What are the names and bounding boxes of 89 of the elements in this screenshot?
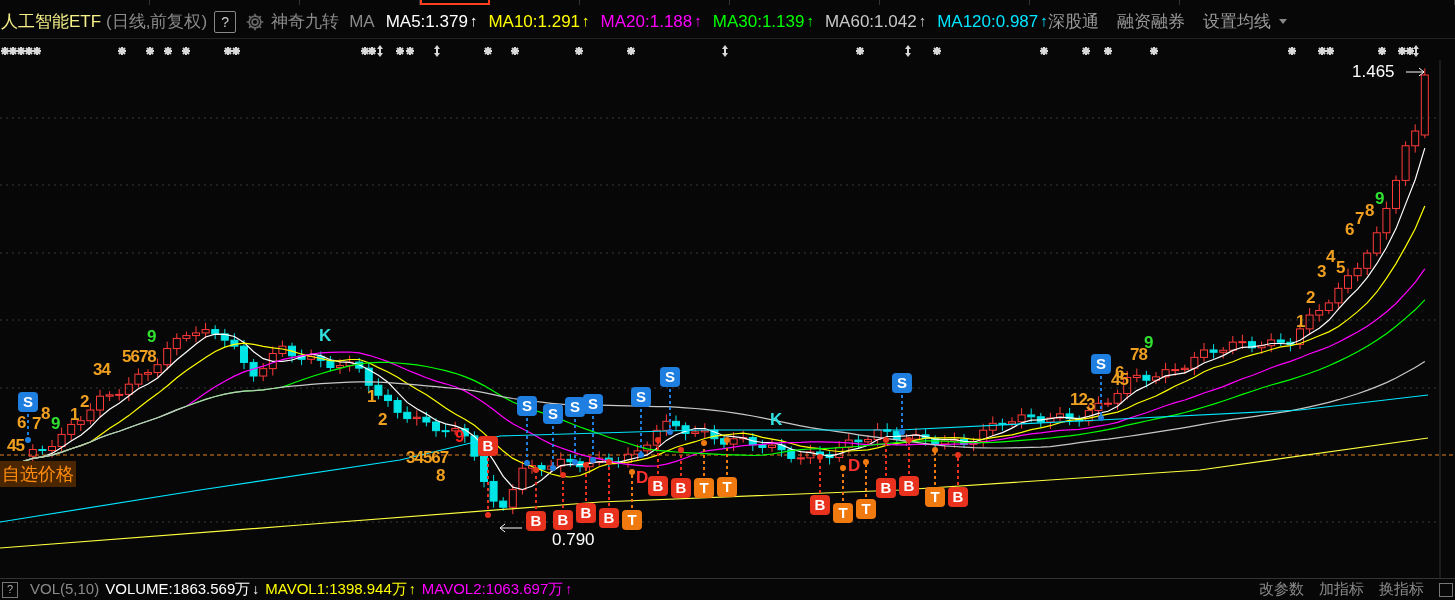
price-low-label: 0.790 <box>552 531 595 548</box>
trend-arrow: ↑ <box>469 11 478 32</box>
signal-mark: 34567 <box>406 448 449 468</box>
custom-price-label[interactable]: 自选价格 <box>0 461 76 487</box>
signal-mark: 4 <box>1326 247 1335 267</box>
price-high-label: 1.465 <box>1352 63 1395 80</box>
signal-badge: T <box>833 503 853 523</box>
signal-badge: S <box>18 392 38 412</box>
signal-mark: 3 <box>1317 262 1326 282</box>
signal-mark: 34 <box>93 360 110 380</box>
signal-mark: 1 <box>367 387 376 407</box>
signal-mark: 2 <box>378 410 387 430</box>
signal-badge: T <box>925 487 945 507</box>
signal-mark: 1 <box>70 405 79 425</box>
signal-badge: B <box>599 508 619 528</box>
trend-arrow: ↑ <box>694 11 702 32</box>
signal-mark: 8 <box>436 466 445 486</box>
indicator-label[interactable]: 神奇九转 <box>271 8 340 35</box>
signal-badge: B <box>876 478 896 498</box>
signal-badge: S <box>583 394 603 414</box>
signal-mark: 8 <box>1365 201 1374 221</box>
ma-value: MA10:1.291 <box>488 10 581 33</box>
signal-mark: 1 <box>1296 312 1305 332</box>
signal-mark: 8 <box>41 404 50 423</box>
signal-badge: T <box>856 499 876 519</box>
ma-value: MA5:1.379 <box>385 10 468 33</box>
signal-badge: B <box>576 503 596 523</box>
volume-value: VOLUME:1863.569万 <box>105 579 251 600</box>
header-link[interactable]: 设置均线 <box>1202 8 1271 35</box>
header-link[interactable]: 融资融券 <box>1116 8 1185 35</box>
signal-badge: B <box>671 478 691 498</box>
signal-badge: B <box>648 476 668 496</box>
signal-badge: B <box>526 511 546 531</box>
signal-mark: D <box>848 456 860 476</box>
signal-mark: 45 <box>7 436 24 456</box>
signal-mark: 2 <box>1306 288 1315 308</box>
signal-mark: 6 <box>1345 220 1354 240</box>
signal-mark: 7 <box>32 414 41 434</box>
volume-indicator-label[interactable]: VOL(5,10) <box>30 578 100 600</box>
signal-mark: 6 <box>17 413 26 433</box>
signal-mark: 9 <box>1375 189 1384 209</box>
signal-badge: S <box>1091 354 1111 374</box>
ma-label[interactable]: MA <box>349 8 375 35</box>
signal-mark: 2 <box>80 392 89 412</box>
signal-badge: S <box>660 367 680 387</box>
help-button[interactable]: ? <box>2 581 18 598</box>
trend-arrow: ↑ <box>565 580 573 599</box>
toolbar-button[interactable]: 加指标 <box>1319 578 1364 600</box>
ma-value: MA60:1.042 <box>824 10 917 33</box>
signal-badge: S <box>631 387 651 407</box>
signal-badge: B <box>810 495 830 515</box>
signal-badge: B <box>899 476 919 496</box>
signal-mark: 12 <box>1070 390 1087 409</box>
signal-badge: T <box>694 478 714 498</box>
header-link[interactable]: 深股通 <box>1047 8 1099 35</box>
trend-arrow: ↓ <box>252 580 260 599</box>
signal-badge: S <box>543 404 563 424</box>
signal-badge: B <box>478 436 498 456</box>
signal-badge: B <box>948 487 968 507</box>
ma-value: MA20:1.188 <box>600 10 693 33</box>
help-button[interactable]: ? <box>214 10 237 33</box>
signal-badge: S <box>565 397 585 417</box>
signal-mark: K <box>319 326 331 346</box>
signal-badge: T <box>622 510 642 530</box>
ma-value: MA120:0.987 <box>937 10 1039 33</box>
volume-value: MAVOL2:1063.697万 <box>421 579 564 600</box>
signal-badge: T <box>717 477 737 497</box>
volume-value: MAVOL1:1398.944万 <box>265 579 407 600</box>
trend-arrow: ↑ <box>918 11 927 32</box>
ma-value: MA30:1.139 <box>712 10 805 33</box>
signal-mark: 9 <box>455 427 464 447</box>
period-label: (日线,前复权) <box>106 10 208 33</box>
trend-arrow: ↑ <box>408 580 416 599</box>
signal-mark: 7 <box>1355 209 1364 229</box>
signal-mark: 9 <box>51 414 60 434</box>
signal-badge: S <box>517 396 537 416</box>
toolbar-button[interactable]: 改参数 <box>1259 578 1304 600</box>
instrument-title: 人工智能ETF <box>1 10 102 33</box>
signal-badge: B <box>553 510 573 530</box>
signal-mark: 3 <box>1086 395 1095 415</box>
trend-arrow: ↑ <box>582 11 590 32</box>
signal-mark: 5 <box>1336 258 1345 278</box>
signal-mark: 5678 <box>122 347 156 367</box>
toolbar-button[interactable]: 换指标 <box>1379 578 1424 600</box>
trend-arrow: ↑ <box>1040 11 1048 32</box>
trend-arrow: ↑ <box>806 11 814 32</box>
signal-badge: S <box>892 373 912 393</box>
signal-mark: D <box>636 468 648 488</box>
signal-mark: 9 <box>147 327 156 347</box>
